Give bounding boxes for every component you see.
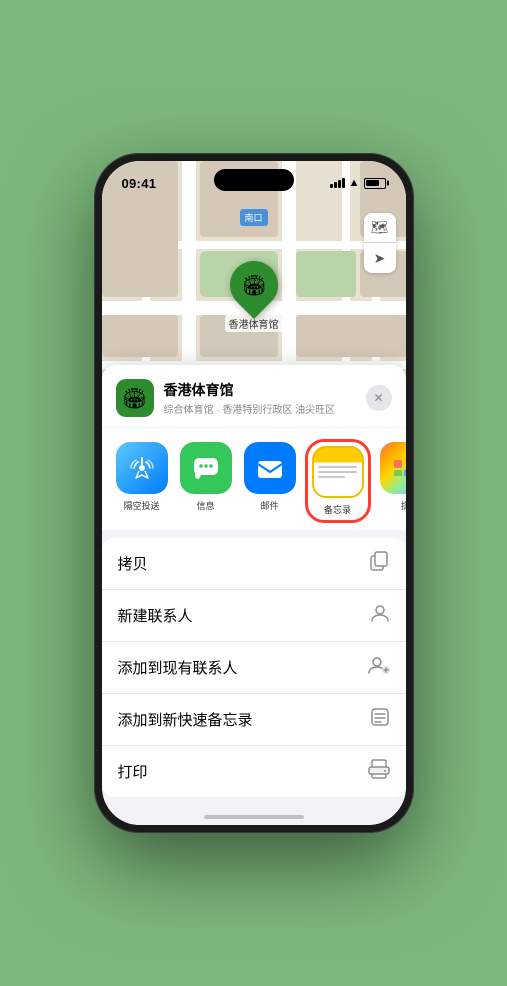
action-print[interactable]: 打印 bbox=[102, 746, 406, 797]
more-label: 提 bbox=[401, 499, 406, 512]
copy-icon bbox=[370, 551, 390, 576]
share-item-more[interactable]: 提 bbox=[380, 442, 406, 520]
messages-label: 信息 bbox=[196, 499, 214, 512]
dynamic-island bbox=[214, 169, 294, 191]
share-item-airdrop[interactable]: 隔空投送 bbox=[116, 442, 168, 520]
action-add-existing-label: 添加到现有联系人 bbox=[118, 657, 238, 678]
mail-label: 邮件 bbox=[260, 499, 278, 512]
home-indicator bbox=[102, 797, 406, 825]
wifi-icon: ▲ bbox=[349, 177, 360, 189]
new-contact-icon bbox=[370, 603, 390, 628]
phone-frame: 09:41 ▲ bbox=[94, 153, 414, 833]
more-icon bbox=[380, 442, 406, 494]
battery-icon bbox=[364, 178, 386, 189]
signal-bars-icon bbox=[330, 178, 345, 188]
venue-icon: 🏟 bbox=[116, 379, 154, 417]
map-controls: 🗺 ➤ bbox=[364, 213, 396, 273]
notes-label: 备忘录 bbox=[324, 503, 351, 516]
action-add-note[interactable]: 添加到新快速备忘录 bbox=[102, 694, 406, 746]
location-pin: 🏟 香港体育馆 bbox=[225, 261, 283, 332]
add-note-icon bbox=[370, 707, 390, 732]
airdrop-label: 隔空投送 bbox=[123, 499, 159, 512]
print-icon bbox=[368, 759, 390, 784]
map-type-button[interactable]: 🗺 bbox=[364, 213, 396, 243]
sheet-header: 🏟 香港体育馆 综合体育馆 · 香港特别行政区 油尖旺区 ✕ bbox=[102, 365, 406, 427]
close-button[interactable]: ✕ bbox=[366, 385, 392, 411]
phone-screen: 09:41 ▲ bbox=[102, 161, 406, 825]
airdrop-icon bbox=[116, 442, 168, 494]
action-print-label: 打印 bbox=[118, 761, 148, 782]
share-item-mail[interactable]: 邮件 bbox=[244, 442, 296, 520]
pin-icon: 🏟 bbox=[241, 273, 266, 298]
action-new-contact[interactable]: 新建联系人 bbox=[102, 590, 406, 642]
status-icons: ▲ bbox=[330, 177, 386, 189]
share-item-messages[interactable]: 信息 bbox=[180, 442, 232, 520]
location-button[interactable]: ➤ bbox=[364, 243, 396, 273]
action-add-note-label: 添加到新快速备忘录 bbox=[118, 709, 253, 730]
bottom-sheet: 🏟 香港体育馆 综合体育馆 · 香港特别行政区 油尖旺区 ✕ bbox=[102, 365, 406, 825]
mail-icon bbox=[244, 442, 296, 494]
pin-marker: 🏟 bbox=[220, 251, 288, 319]
venue-info: 香港体育馆 综合体育馆 · 香港特别行政区 油尖旺区 bbox=[164, 380, 366, 416]
share-item-notes[interactable]: 备忘录 bbox=[308, 442, 368, 520]
share-row: 隔空投送 信息 bbox=[102, 428, 406, 530]
action-list: 拷贝 新建联系人 bbox=[102, 538, 406, 797]
messages-icon bbox=[180, 442, 232, 494]
home-bar bbox=[204, 815, 304, 819]
action-new-contact-label: 新建联系人 bbox=[118, 605, 193, 626]
action-copy-label: 拷贝 bbox=[118, 553, 148, 574]
action-add-existing[interactable]: 添加到现有联系人 bbox=[102, 642, 406, 694]
add-contact-icon bbox=[368, 655, 390, 680]
notes-icon bbox=[312, 446, 364, 498]
venue-name: 香港体育馆 bbox=[164, 380, 366, 400]
status-time: 09:41 bbox=[122, 176, 157, 191]
action-copy[interactable]: 拷贝 bbox=[102, 538, 406, 590]
map-label: 南口 bbox=[239, 209, 267, 226]
venue-subtitle: 综合体育馆 · 香港特别行政区 油尖旺区 bbox=[164, 401, 366, 416]
